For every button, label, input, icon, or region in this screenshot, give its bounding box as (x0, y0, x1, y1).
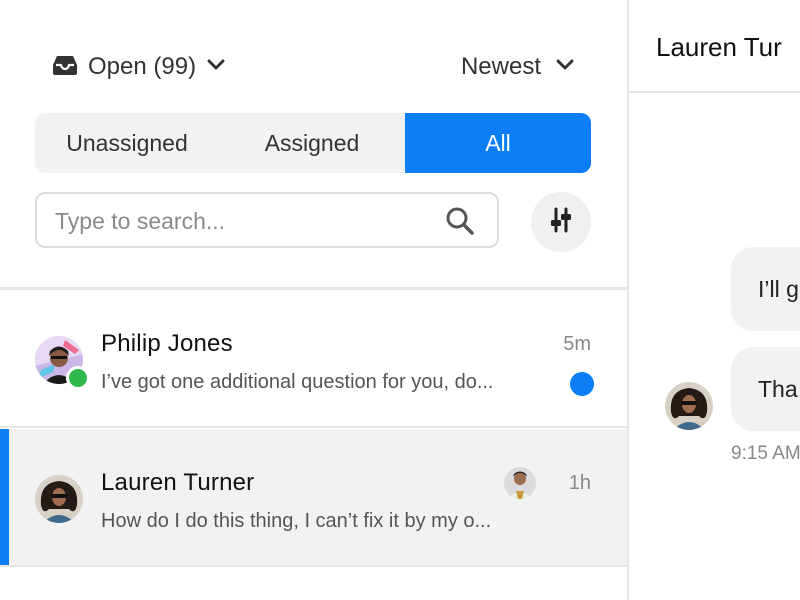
search-box (35, 192, 499, 248)
conversation-item-selected[interactable]: Lauren Turner How do I do this thing, I … (0, 429, 627, 567)
search-input[interactable] (53, 194, 437, 248)
message-time: 5m (563, 333, 591, 355)
conversation-list-panel: Open (99) Newest Unassigned Assigned All (0, 0, 629, 600)
assignee-avatar (504, 467, 536, 499)
assignment-tabs: Unassigned Assigned All (35, 113, 591, 173)
sort-dropdown[interactable]: Newest (461, 50, 575, 84)
filter-bar: Open (99) Newest (0, 0, 627, 110)
chat-header: Lauren Tur (629, 0, 800, 93)
chat-title: Lauren Tur (656, 32, 782, 62)
chevron-down-icon (206, 58, 226, 77)
chat-panel: Lauren Tur I’ll g Tha 9:15 AM (629, 0, 800, 600)
tab-all[interactable]: All (405, 113, 591, 173)
avatar (35, 475, 83, 523)
message-preview: How do I do this thing, I can’t fix it b… (101, 510, 492, 532)
contact-name: Philip Jones (101, 330, 233, 357)
tab-assigned[interactable]: Assigned (219, 113, 405, 173)
filter-settings-button[interactable] (531, 192, 591, 252)
sort-label: Newest (460, 53, 541, 80)
tab-unassigned[interactable]: Unassigned (35, 113, 219, 173)
avatar (665, 382, 713, 430)
conversation-item[interactable]: Philip Jones I’ve got one additional que… (0, 290, 627, 428)
contact-name: Lauren Turner (101, 469, 255, 496)
online-status-indicator (66, 366, 90, 390)
chevron-down-icon (555, 58, 575, 77)
selected-indicator (0, 429, 9, 565)
unread-indicator (570, 372, 594, 396)
message-timestamp: 9:15 AM (731, 443, 800, 464)
search-icon[interactable] (445, 206, 475, 241)
message-time: 1h (568, 472, 591, 494)
status-filter-label: Open (99) (88, 53, 197, 80)
message-bubble: Tha (731, 347, 800, 431)
inbox-icon (52, 54, 78, 81)
status-filter-dropdown[interactable]: Open (99) (52, 50, 226, 84)
message-preview: I’ve got one additional question for you… (101, 371, 494, 393)
message-bubble: I’ll g (731, 247, 800, 331)
sliders-icon (547, 206, 575, 239)
